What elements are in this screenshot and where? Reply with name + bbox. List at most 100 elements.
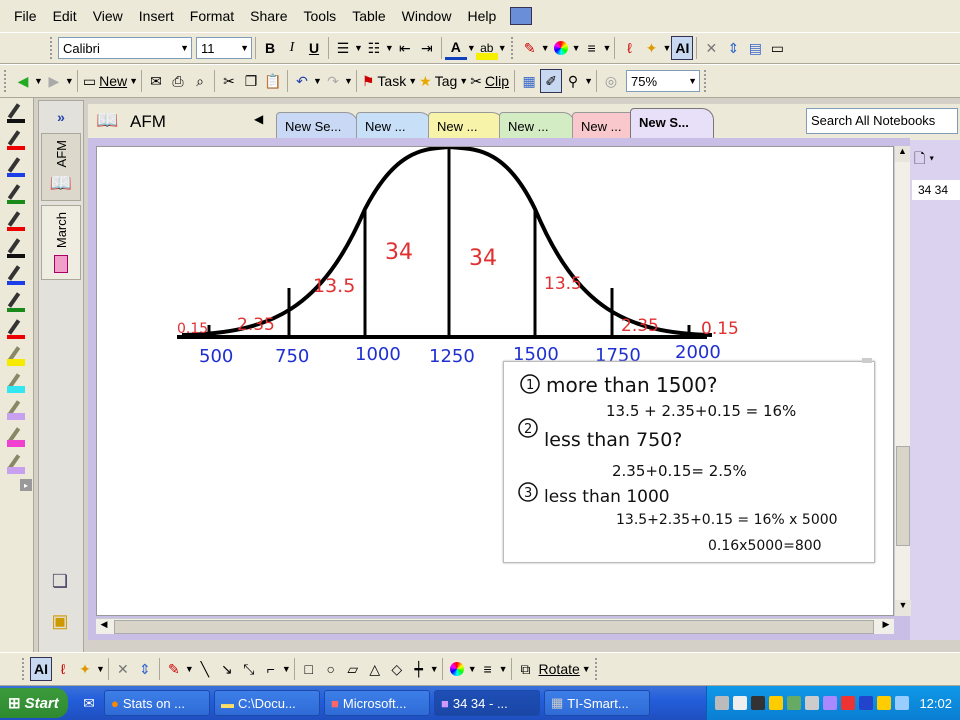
quick-launch-icon[interactable]: ✉ xyxy=(78,691,100,715)
highlighter-lavender[interactable] xyxy=(4,398,28,422)
arrange-icon[interactable]: ⧉ xyxy=(515,657,537,681)
toolbar-grip[interactable] xyxy=(50,37,54,59)
redo-icon[interactable]: ↷ xyxy=(322,69,344,93)
cut-icon[interactable]: ✂ xyxy=(218,69,240,93)
underline-button[interactable]: U xyxy=(303,36,325,60)
pen-blue[interactable] xyxy=(4,155,28,179)
chevron-down-icon[interactable]: ▼ xyxy=(499,664,508,674)
delete-icon[interactable]: ✕ xyxy=(700,36,722,60)
new-page-icon[interactable]: 🗋 ▾ xyxy=(914,148,956,172)
chevron-down-icon[interactable]: ▼ xyxy=(344,76,353,86)
font-size-combo[interactable]: 11 ▼ xyxy=(196,37,252,59)
tab-section-2[interactable]: New ... xyxy=(356,112,432,140)
scroll-thumb[interactable] xyxy=(896,446,910,546)
line-weight-icon[interactable]: ≡ xyxy=(477,657,499,681)
more-icon[interactable]: ▭ xyxy=(766,36,788,60)
all-notebooks-icon[interactable]: ▣ xyxy=(49,609,71,633)
chevron-down-icon[interactable]: ▼ xyxy=(282,664,291,674)
delete-icon[interactable]: ✕ xyxy=(112,657,134,681)
chevron-down-icon[interactable]: ▼ xyxy=(408,76,417,86)
double-arrow-icon[interactable]: ⤡ xyxy=(238,657,260,681)
pen-red-2[interactable] xyxy=(4,209,28,233)
forward-icon[interactable]: ▶ xyxy=(43,69,65,93)
menu-format[interactable]: Format xyxy=(182,8,242,24)
chevron-down-icon[interactable]: ▼ xyxy=(572,43,581,53)
highlighter-lavender-2[interactable] xyxy=(4,452,28,476)
arrow-icon[interactable]: ↘ xyxy=(216,657,238,681)
pen-black[interactable] xyxy=(4,101,28,125)
paste-icon[interactable]: 📋 xyxy=(262,69,284,93)
chevron-down-icon[interactable]: ▼ xyxy=(498,43,507,53)
numbering-icon[interactable]: ☷ xyxy=(363,36,385,60)
tray-icon[interactable] xyxy=(715,696,730,710)
increase-indent-icon[interactable]: ⇥ xyxy=(416,36,438,60)
chevron-down-icon[interactable]: ▼ xyxy=(468,664,477,674)
highlighter-cyan[interactable] xyxy=(4,371,28,395)
diamond-icon[interactable]: ◇ xyxy=(386,657,408,681)
copy-icon[interactable]: ❐ xyxy=(240,69,262,93)
horizontal-scrollbar[interactable]: ◀ ▶ xyxy=(96,618,894,634)
tray-icon[interactable] xyxy=(823,696,838,710)
chevron-down-icon[interactable]: ▼ xyxy=(185,664,194,674)
menu-tools[interactable]: Tools xyxy=(296,8,345,24)
pen-red[interactable] xyxy=(4,128,28,152)
chevron-down-icon[interactable]: ▼ xyxy=(385,43,394,53)
chevron-down-icon[interactable]: ▼ xyxy=(582,664,591,674)
chevron-down-icon[interactable]: ▼ xyxy=(603,43,612,53)
tray-icon[interactable] xyxy=(841,696,856,710)
menu-insert[interactable]: Insert xyxy=(131,8,182,24)
scroll-down-icon[interactable]: ▼ xyxy=(895,600,911,616)
toolbar-grip[interactable] xyxy=(594,658,599,680)
bullets-icon[interactable]: ☰ xyxy=(332,36,354,60)
scroll-tabs-left-icon[interactable]: ◀ xyxy=(254,112,263,126)
tab-section-4[interactable]: New ... xyxy=(499,112,575,140)
tray-icon[interactable] xyxy=(733,696,748,710)
circle-icon[interactable]: ○ xyxy=(320,657,342,681)
email-icon[interactable]: ✉ xyxy=(145,69,167,93)
task-microsoft[interactable]: ■ Microsoft... xyxy=(324,690,430,716)
page-tab-title[interactable]: 34 34 xyxy=(912,180,960,200)
tab-section-3[interactable]: New ... xyxy=(428,112,504,140)
section-march[interactable]: March xyxy=(41,205,81,280)
unfiled-notes-icon[interactable]: ❏ xyxy=(49,569,71,593)
undo-icon[interactable]: ↶ xyxy=(291,69,313,93)
menu-file[interactable]: File xyxy=(6,8,45,24)
type-select-icon[interactable]: AI xyxy=(671,36,694,60)
toolbar-grip[interactable] xyxy=(22,658,26,680)
h-scroll-thumb[interactable] xyxy=(114,620,874,634)
toolbar-grip[interactable] xyxy=(4,70,8,92)
task-firefox[interactable]: ● Stats on ... xyxy=(104,690,210,716)
tab-section-1[interactable]: New Se... xyxy=(276,112,358,140)
menu-table[interactable]: Table xyxy=(344,8,393,24)
tray-icon[interactable] xyxy=(787,696,802,710)
chevron-down-icon[interactable]: ▼ xyxy=(129,76,138,86)
chevron-down-icon[interactable]: ▼ xyxy=(34,76,43,86)
insert-space-icon[interactable]: ⇕ xyxy=(722,36,744,60)
chevron-down-icon[interactable]: ▼ xyxy=(96,664,105,674)
tray-icon[interactable] xyxy=(805,696,820,710)
research-icon[interactable]: ⚲ xyxy=(562,69,584,93)
chevron-right-icon[interactable]: ▸ xyxy=(20,479,32,491)
highlighter-yellow[interactable] xyxy=(4,344,28,368)
font-name-combo[interactable]: Calibri ▼ xyxy=(58,37,192,59)
chevron-down-icon[interactable]: ▼ xyxy=(662,43,671,53)
pen-green[interactable] xyxy=(4,182,28,206)
parallelogram-icon[interactable]: ▱ xyxy=(342,657,364,681)
line-icon[interactable]: ╲ xyxy=(194,657,216,681)
eraser-icon[interactable]: ✦ xyxy=(74,657,96,681)
print-icon[interactable]: ⎙ xyxy=(167,69,189,93)
rectangle-icon[interactable]: □ xyxy=(298,657,320,681)
chevron-down-icon[interactable]: ▼ xyxy=(65,76,74,86)
decrease-indent-icon[interactable]: ⇤ xyxy=(394,36,416,60)
clip-button[interactable]: ✂ Clip xyxy=(468,69,511,93)
chevron-down-icon[interactable]: ▼ xyxy=(584,76,593,86)
vertical-scrollbar[interactable]: ▲ ▼ xyxy=(894,146,911,616)
rotate-button[interactable]: Rotate xyxy=(537,657,582,681)
table-icon[interactable]: ▦ xyxy=(518,69,540,93)
panning-icon[interactable]: ▤ xyxy=(744,36,766,60)
font-color-button[interactable]: A xyxy=(444,36,467,60)
bold-button[interactable]: B xyxy=(259,36,281,60)
sync-icon[interactable]: ◎ xyxy=(600,69,622,93)
pen-color-icon[interactable]: ✎ xyxy=(163,657,185,681)
pen-blue-2[interactable] xyxy=(4,263,28,287)
